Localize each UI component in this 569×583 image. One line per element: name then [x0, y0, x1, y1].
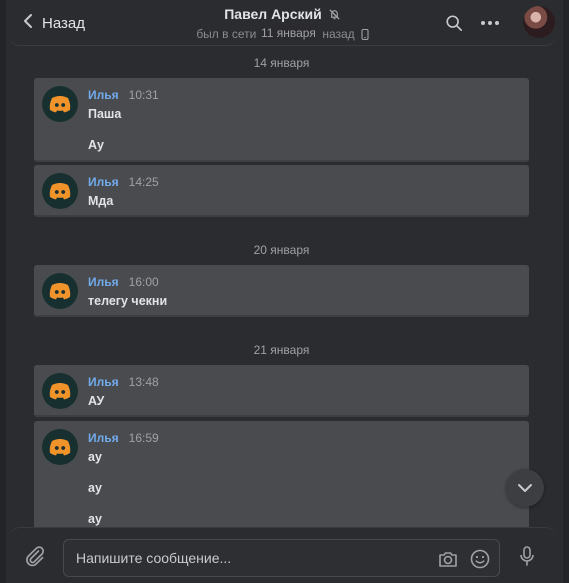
sender-avatar[interactable] [42, 273, 78, 309]
message-time: 14:25 [128, 175, 159, 189]
status-row: был в сети назад 11 января [8, 26, 557, 41]
message-item[interactable]: Илья 14:25 Мда [34, 165, 529, 217]
camera-icon [439, 552, 457, 567]
discord-logo-icon [49, 383, 71, 400]
sender-avatar[interactable] [42, 86, 78, 122]
message-text: телегу чекни [88, 294, 168, 308]
more-button[interactable] [479, 12, 501, 34]
status-tail: назад [322, 27, 355, 41]
mobile-phone-icon [361, 28, 369, 40]
discord-logo-icon [49, 439, 71, 456]
discord-logo-icon [49, 183, 71, 200]
search-icon [446, 15, 463, 32]
message-text: ау [88, 450, 102, 464]
discord-logo-icon [49, 96, 71, 113]
message-author[interactable]: Илья [88, 275, 119, 289]
sender-avatar[interactable] [42, 173, 78, 209]
message-author[interactable]: Илья [88, 431, 119, 445]
message-text: АУ [88, 394, 105, 408]
message-text: Ау [88, 138, 104, 152]
chat-header: Назад Павел Арский был в сети назад 11 я… [8, 0, 557, 46]
emoji-button[interactable] [469, 548, 491, 570]
sender-avatar[interactable] [42, 429, 78, 465]
message-input[interactable] [76, 540, 416, 576]
message-text: Мда [88, 194, 114, 208]
message-input-box[interactable] [63, 539, 500, 577]
microphone-icon [520, 546, 534, 566]
sticky-date: 11 января [258, 26, 318, 40]
voice-message-button[interactable] [516, 545, 538, 567]
camera-button[interactable] [437, 548, 459, 570]
date-separator: 14 января [253, 56, 310, 70]
paperclip-icon [26, 546, 45, 567]
date-separator: 21 января [253, 343, 310, 357]
message-text: ау [88, 512, 102, 526]
discord-logo-icon [49, 283, 71, 300]
message-text: ау [88, 481, 102, 495]
right-edge [563, 0, 569, 583]
message-item[interactable]: Илья 10:31 Паша Ау [34, 78, 529, 162]
contact-avatar[interactable] [523, 6, 555, 38]
attach-button[interactable] [24, 545, 46, 567]
muted-bell-icon [328, 8, 341, 21]
search-button[interactable] [443, 12, 465, 34]
message-item[interactable]: Илья 16:59 ау ау ау [34, 421, 529, 531]
message-time: 16:59 [128, 431, 159, 445]
message-item[interactable]: Илья 16:00 телегу чекни [34, 265, 529, 317]
message-item[interactable]: Илья 13:48 АУ [34, 365, 529, 417]
chat-window: Назад Павел Арский был в сети назад 11 я… [0, 0, 569, 583]
message-time: 16:00 [128, 275, 159, 289]
scroll-down-button[interactable] [506, 469, 544, 507]
sender-avatar[interactable] [42, 373, 78, 409]
left-edge [0, 0, 6, 583]
message-text: Паша [88, 107, 122, 121]
message-list: 14 января Илья 10:31 Паша Ау Илья 14:25 … [34, 46, 529, 531]
message-author[interactable]: Илья [88, 375, 119, 389]
chevron-down-icon [518, 484, 532, 492]
message-author[interactable]: Илья [88, 88, 119, 102]
more-dots-icon [481, 21, 499, 25]
status-text: был в сети [196, 27, 257, 41]
message-author[interactable]: Илья [88, 175, 119, 189]
date-separator: 20 января [253, 243, 310, 257]
chat-title: Павел Арский [224, 6, 322, 22]
smile-icon [470, 549, 490, 569]
message-time: 10:31 [128, 88, 159, 102]
composer-bar [8, 527, 557, 583]
chat-title-block[interactable]: Павел Арский был в сети назад 11 января [8, 6, 557, 41]
message-time: 13:48 [128, 375, 159, 389]
